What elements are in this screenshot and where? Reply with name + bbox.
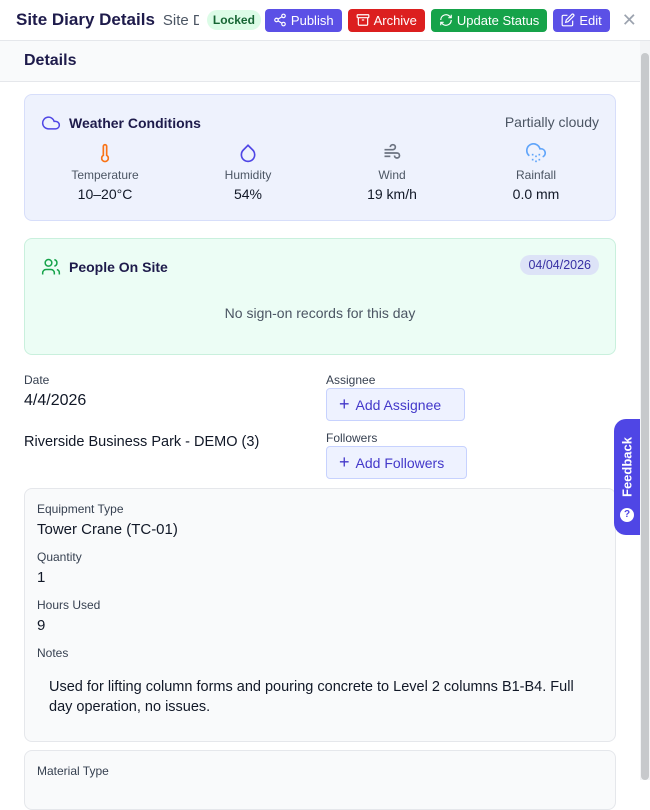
page-title: Site Diary Details <box>16 10 155 29</box>
metric-label: Temperature <box>71 168 139 182</box>
people-date-badge: 04/04/2026 <box>520 255 599 275</box>
equipment-type-value: Tower Crane (TC-01) <box>37 521 178 538</box>
update-status-label: Update Status <box>456 12 540 28</box>
close-icon[interactable]: ✕ <box>622 10 637 31</box>
publish-label: Publish <box>290 12 334 28</box>
date-label: Date <box>24 373 50 387</box>
assignee-label: Assignee <box>326 373 376 387</box>
metric-value: 54% <box>233 186 263 202</box>
add-followers-button[interactable]: + Add Followers <box>326 446 467 479</box>
feedback-label: Feedback <box>619 437 635 497</box>
thermometer-icon <box>100 143 110 163</box>
project-name: Riverside Business Park - DEMO (3) <box>24 434 260 450</box>
add-assignee-label: Add Assignee <box>355 396 442 413</box>
equipment-card: Equipment Type Tower Crane (TC-01) Quant… <box>24 488 616 742</box>
hours-used-value: 9 <box>37 617 46 634</box>
quantity-label: Quantity <box>37 550 82 564</box>
share-icon <box>274 13 286 27</box>
notes-label: Notes <box>37 646 69 660</box>
metric-label: Wind <box>378 168 406 182</box>
archive-label: Archive <box>373 12 417 28</box>
archive-icon <box>356 14 369 26</box>
plus-icon: + <box>339 452 350 472</box>
hours-used-label: Hours Used <box>37 598 101 612</box>
metric-rainfall: Rainfall 0.0 mm <box>491 143 581 202</box>
edit-button[interactable]: Edit <box>553 8 610 32</box>
top-bar: Site Diary Details Site Diary Locked Pub… <box>0 0 650 41</box>
people-title: People On Site <box>69 259 168 275</box>
users-icon <box>41 258 61 275</box>
weather-title: Weather Conditions <box>69 115 201 131</box>
refresh-icon <box>440 14 452 26</box>
edit-label: Edit <box>579 12 602 28</box>
material-type-label: Material Type <box>37 764 109 778</box>
metric-value: 0.0 mm <box>512 186 560 202</box>
add-followers-label: Add Followers <box>355 454 445 471</box>
metric-value: 19 km/h <box>367 186 417 202</box>
section-header: Details <box>0 41 640 82</box>
cloud-icon <box>41 116 61 130</box>
feedback-tab[interactable]: Feedback ? <box>614 419 640 535</box>
publish-button[interactable]: Publish <box>264 8 342 32</box>
quantity-value: 1 <box>37 569 46 586</box>
metric-humidity: Humidity 54% <box>203 143 293 202</box>
wind-icon <box>384 143 401 159</box>
metric-wind: Wind 19 km/h <box>347 143 437 202</box>
weather-description: Partially cloudy <box>504 114 599 130</box>
material-card: Material Type <box>24 750 616 810</box>
scrollbar-thumb[interactable] <box>641 53 649 780</box>
people-empty-message: No sign-on records for this day <box>224 305 416 321</box>
people-card: People On Site 04/04/2026 No sign-on rec… <box>24 238 616 355</box>
add-assignee-button[interactable]: + Add Assignee <box>326 388 465 421</box>
equipment-type-label: Equipment Type <box>37 502 124 516</box>
notes-value: Used for lifting column forms and pourin… <box>49 679 574 715</box>
metric-label: Rainfall <box>515 168 557 182</box>
weather-header: Weather Conditions <box>41 113 201 133</box>
update-status-button[interactable]: Update Status <box>430 8 548 32</box>
plus-icon: + <box>339 394 350 414</box>
metric-value: 10–20°C <box>77 186 133 202</box>
followers-label: Followers <box>326 431 378 445</box>
edit-icon <box>561 13 575 27</box>
help-icon: ? <box>620 508 634 522</box>
people-header: People On Site <box>41 257 168 277</box>
weather-card: Weather Conditions Partially cloudy Temp… <box>24 94 616 221</box>
archive-button[interactable]: Archive <box>347 8 425 32</box>
cloud-rain-icon <box>526 143 546 163</box>
page-subtitle: Site Diary <box>162 11 199 29</box>
metric-label: Humidity <box>224 168 272 182</box>
date-value: 4/4/2026 <box>24 392 87 409</box>
status-badge: Locked <box>206 10 261 30</box>
droplet-icon <box>240 144 256 163</box>
metric-temperature: Temperature 10–20°C <box>60 143 150 202</box>
